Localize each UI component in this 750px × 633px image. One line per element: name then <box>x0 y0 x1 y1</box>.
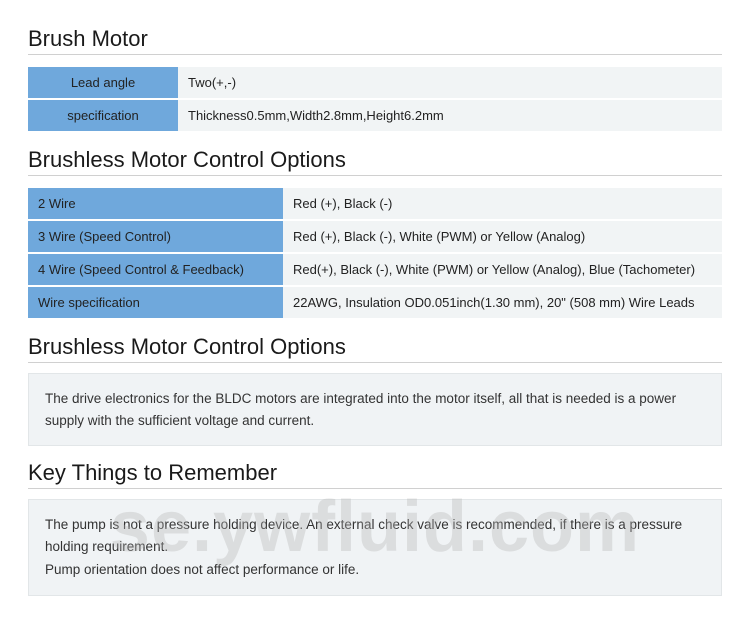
section-heading-key-things: Key Things to Remember <box>28 460 722 489</box>
section-heading-brushless-options-table: Brushless Motor Control Options <box>28 147 722 176</box>
table-row: specification Thickness0.5mm,Width2.8mm,… <box>28 100 722 131</box>
cell-value: Thickness0.5mm,Width2.8mm,Height6.2mm <box>178 100 722 131</box>
paragraph: The drive electronics for the BLDC motor… <box>45 388 705 431</box>
key-things-box: The pump is not a pressure holding devic… <box>28 499 722 596</box>
cell-value: Red(+), Black (-), White (PWM) or Yellow… <box>283 254 722 285</box>
paragraph: The pump is not a pressure holding devic… <box>45 514 705 557</box>
section-heading-brushless-options-text: Brushless Motor Control Options <box>28 334 722 363</box>
table-row: Lead angle Two(+,-) <box>28 67 722 98</box>
cell-value: Two(+,-) <box>178 67 722 98</box>
brushless-options-table: 2 Wire Red (+), Black (-) 3 Wire (Speed … <box>28 186 722 320</box>
brush-motor-table: Lead angle Two(+,-) specification Thickn… <box>28 65 722 133</box>
table-row: 4 Wire (Speed Control & Feedback) Red(+)… <box>28 254 722 285</box>
cell-label: Lead angle <box>28 67 178 98</box>
cell-value: Red (+), Black (-), White (PWM) or Yello… <box>283 221 722 252</box>
cell-label: 3 Wire (Speed Control) <box>28 221 283 252</box>
table-row: Wire specification 22AWG, Insulation OD0… <box>28 287 722 318</box>
brushless-description-box: The drive electronics for the BLDC motor… <box>28 373 722 446</box>
cell-value: Red (+), Black (-) <box>283 188 722 219</box>
cell-label: specification <box>28 100 178 131</box>
cell-label: 4 Wire (Speed Control & Feedback) <box>28 254 283 285</box>
table-row: 2 Wire Red (+), Black (-) <box>28 188 722 219</box>
paragraph: Pump orientation does not affect perform… <box>45 559 705 581</box>
cell-label: 2 Wire <box>28 188 283 219</box>
cell-value: 22AWG, Insulation OD0.051inch(1.30 mm), … <box>283 287 722 318</box>
cell-label: Wire specification <box>28 287 283 318</box>
table-row: 3 Wire (Speed Control) Red (+), Black (-… <box>28 221 722 252</box>
section-heading-brush-motor: Brush Motor <box>28 26 722 55</box>
